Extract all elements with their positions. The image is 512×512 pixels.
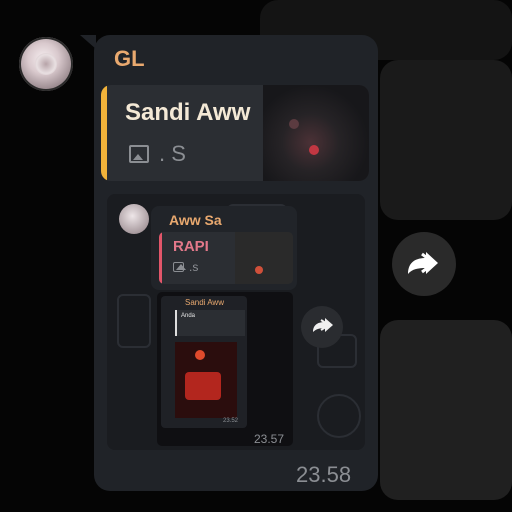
forward-button[interactable] bbox=[392, 232, 456, 296]
nested-timestamp: 23.52 bbox=[223, 418, 239, 424]
nested-reply-preview: Anda bbox=[175, 310, 245, 336]
forwarded-reply-accent-bar bbox=[159, 232, 162, 284]
reply-author-name: Sandi Aww bbox=[125, 99, 251, 126]
forwarded-reply-preview: RAPI .s bbox=[159, 232, 293, 284]
reply-thumbnail bbox=[263, 85, 369, 181]
sender-avatar[interactable] bbox=[19, 37, 73, 91]
image-icon bbox=[173, 262, 186, 272]
reply-media-text: . S bbox=[159, 141, 186, 166]
forwarded-sender-avatar bbox=[119, 204, 149, 234]
reply-media-label: . S bbox=[129, 141, 186, 167]
nested-screenshot: Sandi Aww Anda 23.52 bbox=[157, 292, 293, 446]
forwarded-reply-author: RAPI bbox=[173, 238, 209, 255]
sender-name[interactable]: GL bbox=[114, 46, 145, 72]
reply-accent-bar bbox=[101, 85, 107, 181]
reply-preview[interactable]: Sandi Aww . S bbox=[101, 85, 369, 181]
forwarded-sender-name: Aww Sa bbox=[169, 212, 222, 228]
forwarded-reply-media: .s bbox=[173, 260, 198, 274]
forwarded-reply-media-text: .s bbox=[189, 260, 199, 274]
forward-icon bbox=[301, 306, 343, 348]
message-timestamp: 23.58 bbox=[296, 462, 352, 487]
nested-reply-author: Anda bbox=[181, 313, 196, 319]
nested-image bbox=[175, 342, 237, 418]
image-icon bbox=[129, 145, 149, 163]
background-shape bbox=[380, 320, 512, 500]
forwarded-timestamp: 23.57 bbox=[254, 432, 285, 446]
background-shape bbox=[380, 60, 512, 220]
nested-sender-name: Sandi Aww bbox=[185, 298, 224, 307]
forwarded-reply-thumbnail bbox=[235, 232, 293, 284]
